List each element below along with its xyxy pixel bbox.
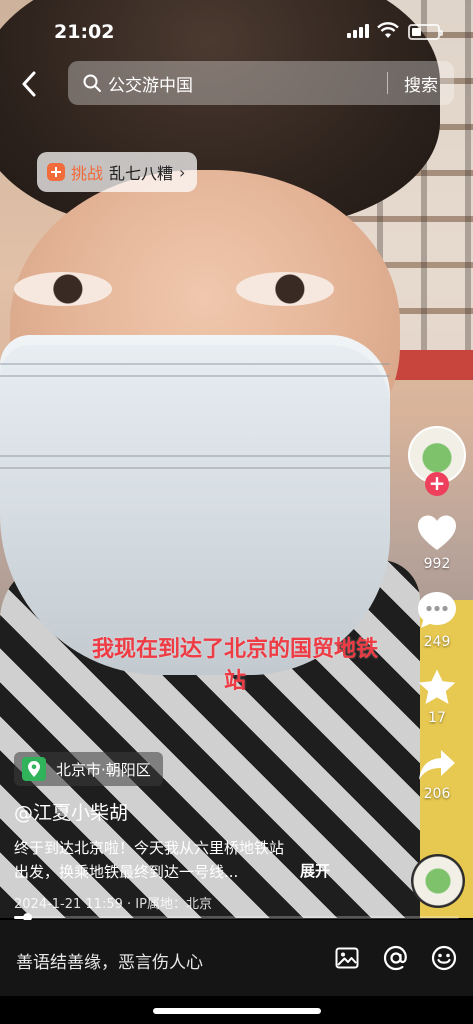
location-chip[interactable]: 北京市·朝阳区 [14, 752, 163, 786]
challenge-chip[interactable]: 挑战 乱七八糟 › [37, 152, 198, 192]
challenge-icon [47, 163, 65, 181]
like-button[interactable]: 992 [407, 514, 467, 572]
heart-icon [418, 515, 456, 550]
left-eye [14, 272, 112, 306]
mask-pleat [0, 455, 390, 457]
emoji-button[interactable] [430, 944, 458, 972]
at-icon [383, 945, 407, 971]
search-input[interactable]: 公交游中国 [108, 71, 387, 96]
mention-button[interactable] [382, 944, 410, 972]
playback-progress[interactable] [14, 913, 459, 922]
back-icon [22, 71, 36, 97]
comment-bar: 善语结善缘，恶言伤人心 [0, 920, 473, 996]
image-button[interactable] [333, 944, 361, 972]
home-indicator [153, 1008, 321, 1014]
image-icon [335, 947, 359, 969]
action-rail: + 992 249 17 206 [407, 426, 467, 802]
favorite-count: 17 [428, 710, 446, 726]
subtitle-line: 站 [223, 669, 246, 694]
expand-button[interactable]: 展开 [300, 860, 330, 881]
like-count: 992 [423, 556, 451, 572]
comment-icon [418, 592, 456, 628]
status-bar: 21:02 [0, 0, 473, 60]
chevron-right-icon: › [179, 162, 186, 182]
search-button[interactable]: 搜索 [388, 71, 454, 96]
battery-icon [408, 24, 443, 40]
search-icon [83, 74, 101, 92]
challenge-label: 挑战 [71, 164, 104, 183]
location-pin-icon [22, 757, 46, 781]
video-subtitle: 我现在到达了北京的国贸地铁 站 [30, 634, 440, 698]
challenge-title: 乱七八糟 [109, 164, 174, 183]
signal-icon [347, 24, 369, 38]
right-eye [236, 272, 334, 306]
mask-pleat [0, 375, 390, 377]
clock: 21:02 [54, 21, 115, 43]
author-avatar-group[interactable]: + [408, 426, 466, 496]
subtitle-line: 我现在到达了北京的国贸地铁 [91, 637, 378, 662]
emoji-icon [431, 945, 457, 971]
mask-pleat [0, 467, 390, 469]
follow-button[interactable]: + [425, 472, 449, 496]
comment-input[interactable]: 善语结善缘，恶言伤人心 [16, 948, 203, 973]
face-mask [0, 335, 390, 675]
search-bar[interactable]: 公交游中国 搜索 [68, 61, 454, 105]
share-count: 206 [423, 786, 451, 802]
post-meta: 2024-1-21 11:59 · IP属地：北京 [14, 897, 212, 912]
music-disc[interactable] [411, 854, 465, 908]
back-button[interactable] [14, 66, 44, 102]
description-line: 终于到达北京啦！今天我从六里桥地铁站 [14, 839, 285, 857]
share-button[interactable]: 206 [407, 748, 467, 802]
location-text: 北京市·朝阳区 [56, 760, 151, 779]
mask-pleat [0, 363, 390, 365]
share-icon [419, 750, 455, 780]
background-stripe [393, 350, 473, 380]
wifi-icon [377, 22, 399, 38]
author-name[interactable]: @江夏小柴胡 [14, 798, 128, 825]
